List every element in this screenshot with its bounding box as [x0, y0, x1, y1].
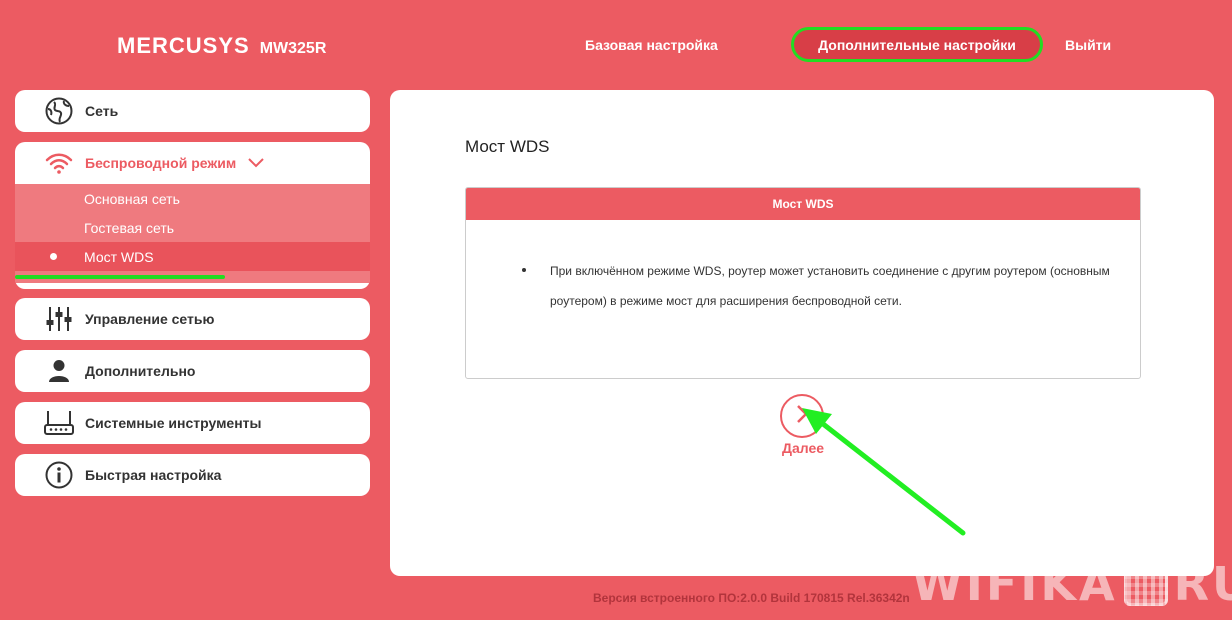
content-panel: Мост WDS Мост WDS При включённом режиме … — [390, 90, 1214, 576]
next-button[interactable] — [780, 394, 824, 438]
watermark: WIFIKA RU — [912, 557, 1232, 611]
description-line-1: При включённом режиме WDS, роутер может … — [550, 264, 1110, 278]
info-box-body: При включённом режиме WDS, роутер может … — [466, 220, 1140, 316]
logo-brand: MERCUSYS — [117, 33, 250, 58]
sidebar-item-label: Дополнительно — [85, 363, 196, 379]
sidebar-item-label: Управление сетью — [85, 311, 215, 327]
info-icon — [39, 459, 79, 491]
submenu-item-main-network[interactable]: Основная сеть — [15, 184, 370, 213]
sidebar-item-wireless[interactable]: Беспроводной режим — [15, 142, 370, 184]
submenu-item-wds-bridge[interactable]: Мост WDS — [15, 242, 370, 271]
sidebar-item-quick-setup[interactable]: Быстрая настройка — [15, 454, 370, 496]
submenu-item-guest-network[interactable]: Гостевая сеть — [15, 213, 370, 242]
info-box-title: Мост WDS — [466, 188, 1140, 220]
sidebar-item-label: Системные инструменты — [85, 415, 262, 431]
watermark-right: RU — [1173, 557, 1232, 611]
logo-model: MW325R — [259, 40, 327, 57]
sidebar-item-advanced[interactable]: Дополнительно — [15, 350, 370, 392]
sidebar-item-network-control[interactable]: Управление сетью — [15, 298, 370, 340]
watermark-left: WIFIKA — [912, 557, 1118, 611]
sidebar-item-label: Сеть — [85, 103, 119, 119]
info-box: Мост WDS При включённом режиме WDS, роут… — [465, 187, 1141, 379]
active-dot-icon — [50, 253, 57, 260]
nav-advanced-label: Дополнительные настройки — [818, 36, 1016, 53]
next-button-label[interactable]: Далее — [779, 440, 827, 456]
nav-advanced-settings[interactable]: Дополнительные настройки — [791, 27, 1043, 62]
wifi-icon — [39, 147, 79, 179]
user-icon — [39, 355, 79, 387]
sidebar-item-label: Беспроводной режим — [85, 155, 237, 171]
sidebar-item-system-tools[interactable]: Системные инструменты — [15, 402, 370, 444]
bullet-icon — [522, 268, 526, 272]
submenu-item-label: Гостевая сеть — [84, 219, 175, 236]
nav-basic-settings[interactable]: Базовая настройка — [585, 37, 718, 53]
description-line-2: роутером) в режиме мост для расширения б… — [550, 294, 902, 308]
router-icon — [39, 407, 79, 439]
chevron-right-icon — [795, 404, 809, 429]
sidebar-item-label: Быстрая настройка — [85, 467, 222, 483]
page-title: Мост WDS — [465, 137, 550, 156]
qr-code-icon — [1123, 562, 1168, 606]
wireless-submenu: Основная сеть Гостевая сеть Мост WDS — [15, 184, 370, 283]
submenu-item-label: Мост WDS — [84, 248, 154, 265]
sidebar-group-wireless: Беспроводной режим Основная сеть Гостева… — [15, 142, 370, 289]
firmware-version: Версия встроенного ПО:2.0.0 Build 170815… — [593, 591, 910, 605]
chevron-down-icon — [248, 155, 264, 171]
globe-icon — [39, 95, 79, 127]
sliders-icon — [39, 303, 79, 335]
sidebar-item-network[interactable]: Сеть — [15, 90, 370, 132]
nav-logout[interactable]: Выйти — [1065, 37, 1111, 53]
submenu-item-label: Основная сеть — [84, 190, 180, 207]
logo: MERCUSYS MW325R — [117, 33, 326, 59]
highlight-underline — [15, 275, 225, 279]
